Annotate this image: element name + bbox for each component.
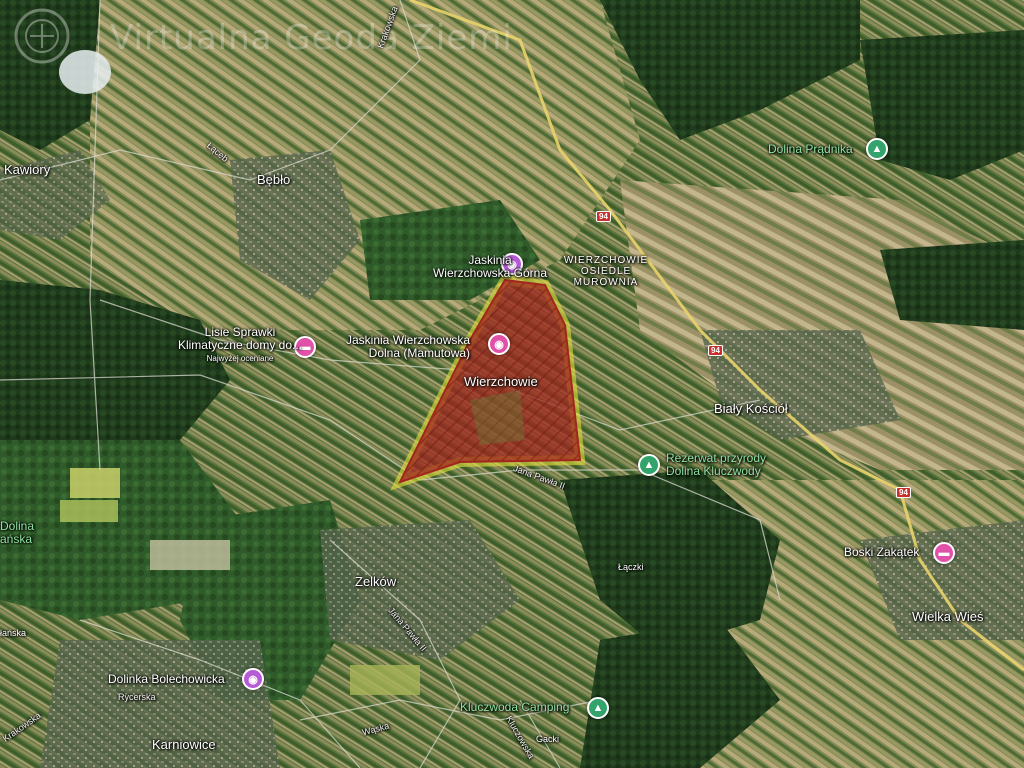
route-shield: 94 <box>708 345 723 356</box>
tree-icon: ▲ <box>871 143 883 155</box>
place-label-wielka-wies[interactable]: Wielka Wieś <box>912 609 984 624</box>
road-label-rycerska: Rycerska <box>118 692 156 702</box>
poi-boski-zakatek-label[interactable]: Boski Zakątek <box>844 546 919 559</box>
edge-label-anska: ańska <box>0 532 33 546</box>
camera-icon: ◉ <box>248 673 258 686</box>
bed-icon: ▬ <box>938 547 950 559</box>
place-label-gacki[interactable]: Gacki <box>536 734 559 744</box>
place-label-zelkow[interactable]: Zelków <box>355 574 396 589</box>
edge-label-lanska: łańska <box>0 628 27 638</box>
camera-icon: ◉ <box>494 338 504 351</box>
place-label-karniowice[interactable]: Karniowice <box>152 737 216 752</box>
poi-rating-note: Najwyżej oceniane <box>206 354 274 363</box>
poi-jaskinia-gorna-label[interactable]: Jaskinia Wierzchowska Górna <box>433 254 547 280</box>
poi-jaskinia-dolna-label[interactable]: Jaskinia Wierzchowska Dolna (Mamutowa) <box>346 334 470 360</box>
place-label-laczki[interactable]: Łączki <box>618 562 644 572</box>
district-label: WIERZCHOWIE OSIEDLE MUROWNIA <box>563 255 649 288</box>
place-label-wierzchowie[interactable]: Wierzchowie <box>464 374 538 389</box>
poi-dolinka-bolechowicka-pin[interactable]: ◉ <box>242 668 264 690</box>
tree-icon: ▲ <box>643 459 655 471</box>
poi-kluczwoda-camping-pin[interactable]: ▲ <box>587 697 609 719</box>
cloud-patch <box>59 50 111 94</box>
poi-boski-zakatek-pin[interactable]: ▬ <box>933 542 955 564</box>
route-shield: 94 <box>596 211 611 222</box>
route-shield: 94 <box>896 487 911 498</box>
tent-icon: ▲ <box>592 702 604 714</box>
watermark: Virtualna Geoda Ziemi <box>110 18 513 58</box>
poi-dolina-pradnika-pin[interactable]: ▲ <box>866 138 888 160</box>
place-label-beblo[interactable]: Bębło <box>257 172 290 187</box>
poi-lisie-sprawki-label[interactable]: Lisie Sprawki Klimatyczne domy do... Najw… <box>178 326 302 365</box>
poi-jaskinia-dolna-pin[interactable]: ◉ <box>488 333 510 355</box>
place-label-bialy-kosciol[interactable]: Biały Kościół <box>714 401 788 416</box>
poi-rezerwat-label[interactable]: Rezerwat przyrody Dolina Kluczwody <box>666 452 766 478</box>
poi-dolinka-bolechowicka-label[interactable]: Dolinka Bolechowicka <box>108 673 225 686</box>
poi-kluczwoda-camping-label[interactable]: Kluczwoda Camping <box>460 701 569 714</box>
poi-dolina-pradnika-label[interactable]: Dolina Prądnika <box>768 143 853 156</box>
poi-rezerwat-pin[interactable]: ▲ <box>638 454 660 476</box>
place-label-kawiory[interactable]: Kawiory <box>4 162 50 177</box>
